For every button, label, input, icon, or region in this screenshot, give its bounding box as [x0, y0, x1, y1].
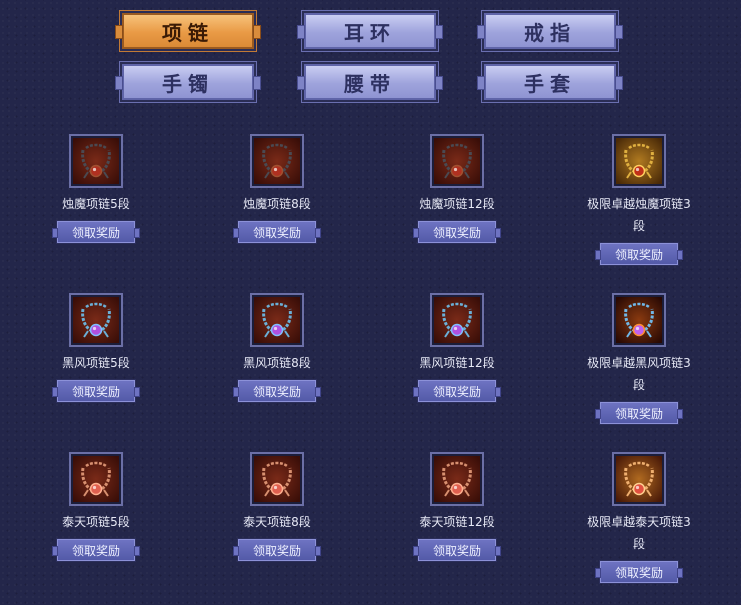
reward-item: 泰天项链12段 领取奖励	[377, 452, 537, 561]
necklace-blue-icon[interactable]	[250, 293, 304, 347]
claim-reward-button[interactable]: 领取奖励	[595, 402, 683, 424]
necklace-rose-icon[interactable]	[250, 452, 304, 506]
necklace-gold-icon[interactable]	[612, 134, 666, 188]
tab-ring[interactable]: 戒指	[477, 13, 623, 49]
claim-reward-button[interactable]: 领取奖励	[52, 539, 140, 561]
claim-reward-button[interactable]: 领取奖励	[413, 380, 501, 402]
reward-name: 黑风项链5段	[62, 356, 130, 370]
necklace-blue-icon[interactable]	[69, 293, 123, 347]
claim-reward-button[interactable]: 领取奖励	[52, 380, 140, 402]
reward-name: 泰天项链8段	[243, 515, 311, 529]
reward-item: 黑风项链8段 领取奖励	[197, 293, 357, 402]
reward-item: 泰天项链5段 领取奖励	[16, 452, 176, 561]
necklace-dark-icon[interactable]	[430, 134, 484, 188]
claim-reward-button[interactable]: 领取奖励	[233, 539, 321, 561]
reward-name: 泰天项链12段	[419, 515, 495, 529]
reward-name: 黑风项链12段	[419, 356, 495, 370]
claim-reward-button[interactable]: 领取奖励	[233, 380, 321, 402]
reward-item: 烛魔项链8段 领取奖励	[197, 134, 357, 243]
necklace-blue-icon[interactable]	[430, 293, 484, 347]
claim-reward-button[interactable]: 领取奖励	[595, 561, 683, 583]
reward-name: 黑风项链8段	[243, 356, 311, 370]
reward-name: 极限卓越泰天项链3段	[587, 515, 691, 551]
tab-necklace[interactable]: 项链	[115, 13, 261, 49]
necklace-rose-gold-icon[interactable]	[612, 452, 666, 506]
necklace-dark-icon[interactable]	[250, 134, 304, 188]
necklace-rose-icon[interactable]	[430, 452, 484, 506]
tab-earring[interactable]: 耳环	[297, 13, 443, 49]
claim-reward-button[interactable]: 领取奖励	[595, 243, 683, 265]
reward-name: 烛魔项链5段	[62, 197, 130, 211]
reward-item: 烛魔项链12段 领取奖励	[377, 134, 537, 243]
category-tabs: 项链 耳环 戒指 手镯 腰带 手套	[0, 0, 741, 110]
reward-name: 极限卓越黑风项链3段	[587, 356, 691, 392]
claim-reward-button[interactable]: 领取奖励	[52, 221, 140, 243]
reward-item: 泰天项链8段 领取奖励	[197, 452, 357, 561]
tab-belt[interactable]: 腰带	[297, 64, 443, 100]
necklace-dark-icon[interactable]	[69, 134, 123, 188]
reward-name: 极限卓越烛魔项链3段	[587, 197, 691, 233]
reward-item: 极限卓越泰天项链3段 领取奖励	[559, 452, 719, 583]
reward-name: 泰天项链5段	[62, 515, 130, 529]
tab-bracelet[interactable]: 手镯	[115, 64, 261, 100]
claim-reward-button[interactable]: 领取奖励	[413, 539, 501, 561]
reward-name: 烛魔项链12段	[419, 197, 495, 211]
reward-item: 黑风项链12段 领取奖励	[377, 293, 537, 402]
reward-item: 极限卓越黑风项链3段 领取奖励	[559, 293, 719, 424]
reward-name: 烛魔项链8段	[243, 197, 311, 211]
tab-gloves[interactable]: 手套	[477, 64, 623, 100]
reward-item: 极限卓越烛魔项链3段 领取奖励	[559, 134, 719, 265]
claim-reward-button[interactable]: 领取奖励	[233, 221, 321, 243]
necklace-blue-fire-icon[interactable]	[612, 293, 666, 347]
necklace-rose-icon[interactable]	[69, 452, 123, 506]
claim-reward-button[interactable]: 领取奖励	[413, 221, 501, 243]
reward-item: 黑风项链5段 领取奖励	[16, 293, 176, 402]
reward-item: 烛魔项链5段 领取奖励	[16, 134, 176, 243]
